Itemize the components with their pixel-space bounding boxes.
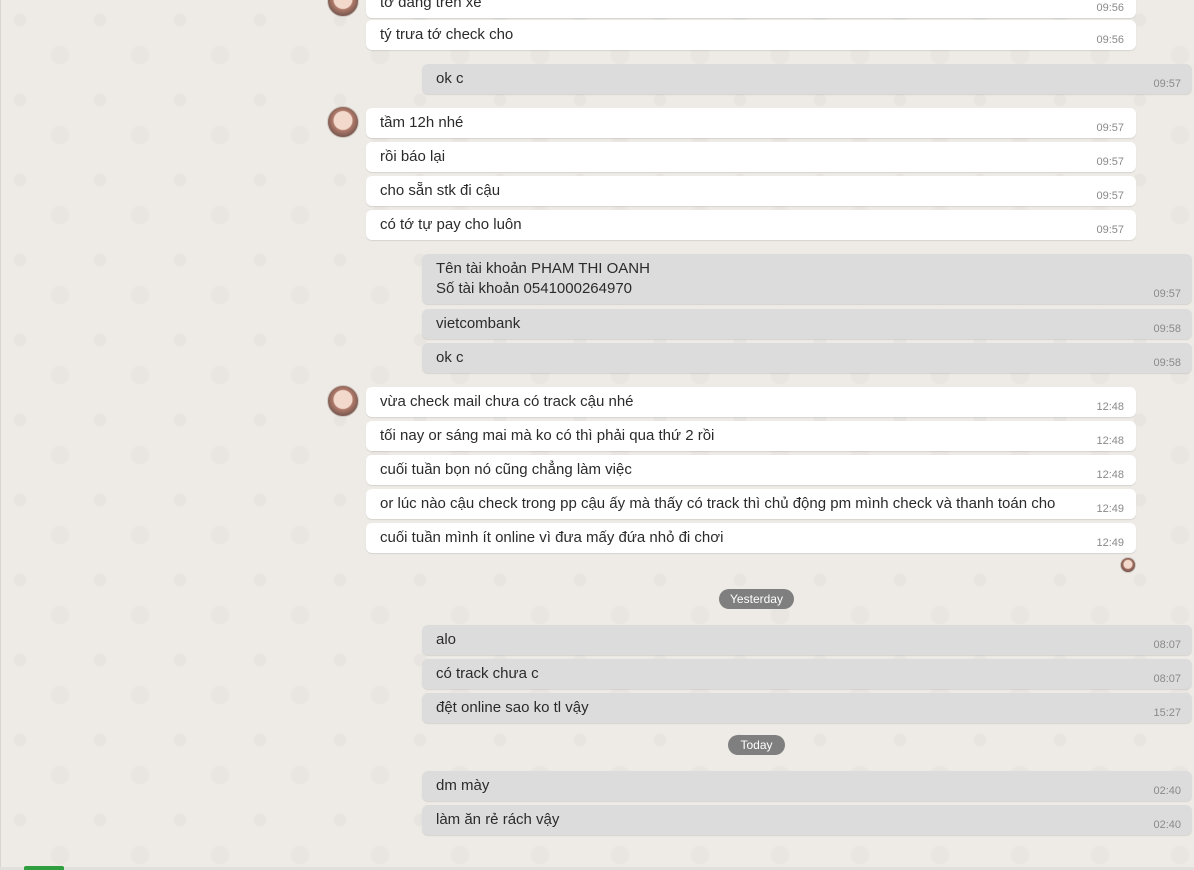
incoming-message[interactable]: cuối tuần mình ít online vì đưa mấy đứa …: [366, 523, 1136, 553]
green-indicator: [24, 866, 64, 870]
message-time: 02:40: [1153, 785, 1181, 797]
message-time: 09:58: [1153, 357, 1181, 369]
message-time: 09:57: [1153, 78, 1181, 90]
message-time: 09:57: [1096, 156, 1124, 168]
contact-avatar[interactable]: [327, 385, 359, 417]
contact-avatar[interactable]: [327, 106, 359, 138]
incoming-message[interactable]: có tớ tự pay cho luôn 09:57: [366, 210, 1136, 240]
incoming-message[interactable]: tớ đang trên xe 09:56: [366, 0, 1136, 18]
chat-left-border: [0, 0, 1, 868]
message-time: 12:48: [1096, 401, 1124, 413]
outgoing-message[interactable]: Tên tài khoản PHAM THI OANH Số tài khoản…: [422, 254, 1192, 304]
message-time: 08:07: [1153, 639, 1181, 651]
incoming-message[interactable]: vừa check mail chưa có track cậu nhé 12:…: [366, 387, 1136, 417]
message-text: tý trưa tớ check cho: [380, 26, 514, 43]
message-time: 09:58: [1153, 323, 1181, 335]
message-text: vừa check mail chưa có track cậu nhé: [380, 393, 634, 410]
message-text: làm ăn rẻ rách vậy: [436, 811, 560, 828]
read-receipt-avatar: [1120, 557, 1136, 573]
message-time: 12:48: [1096, 435, 1124, 447]
message-text: tớ đang trên xe: [380, 0, 482, 11]
incoming-message[interactable]: cuối tuần bọn nó cũng chẳng làm việc 12:…: [366, 455, 1136, 485]
message-text: cuối tuần bọn nó cũng chẳng làm việc: [380, 461, 632, 478]
outgoing-message[interactable]: có track chưa c 08:07: [422, 659, 1192, 689]
incoming-message[interactable]: tý trưa tớ check cho 09:56: [366, 20, 1136, 50]
message-text: rồi báo lại: [380, 148, 446, 165]
message-time: 12:49: [1096, 537, 1124, 549]
message-time: 09:57: [1096, 224, 1124, 236]
message-text: có track chưa c: [436, 665, 539, 682]
outgoing-message[interactable]: đệt online sao ko tl vậy 15:27: [422, 693, 1192, 723]
incoming-message[interactable]: cho sẵn stk đi cậu 09:57: [366, 176, 1136, 206]
outgoing-message[interactable]: ok c 09:58: [422, 343, 1192, 373]
message-time: 02:40: [1153, 819, 1181, 831]
message-text: đệt online sao ko tl vậy: [436, 699, 589, 716]
chat-message-area[interactable]: tớ đang trên xe 09:56 tý trưa tớ check c…: [0, 0, 1194, 868]
message-text: alo: [436, 631, 457, 648]
message-text: cho sẵn stk đi cậu: [380, 182, 501, 199]
message-text: tối nay or sáng mai mà ko có thì phải qu…: [380, 427, 715, 444]
message-text: cuối tuần mình ít online vì đưa mấy đứa …: [380, 529, 724, 546]
message-text: ok c: [436, 349, 464, 366]
message-time: 09:57: [1153, 288, 1181, 300]
message-text: tầm 12h nhé: [380, 114, 464, 131]
contact-avatar[interactable]: [327, 0, 359, 17]
message-text: có tớ tự pay cho luôn: [380, 216, 522, 233]
date-separator-yesterday: Yesterday: [719, 589, 794, 609]
message-time: 08:07: [1153, 673, 1181, 685]
message-time: 15:27: [1153, 707, 1181, 719]
outgoing-message[interactable]: làm ăn rẻ rách vậy 02:40: [422, 805, 1192, 835]
message-text: Tên tài khoản PHAM THI OANH Số tài khoản…: [436, 260, 650, 297]
incoming-message[interactable]: tầm 12h nhé 09:57: [366, 108, 1136, 138]
incoming-message[interactable]: tối nay or sáng mai mà ko có thì phải qu…: [366, 421, 1136, 451]
message-text: dm mày: [436, 777, 490, 794]
message-text: or lúc nào cậu check trong pp cậu ấy mà …: [380, 495, 1056, 512]
message-time: 09:56: [1096, 34, 1124, 46]
message-time: 12:48: [1096, 469, 1124, 481]
incoming-message[interactable]: rồi báo lại 09:57: [366, 142, 1136, 172]
outgoing-message[interactable]: vietcombank 09:58: [422, 309, 1192, 339]
date-separator-today: Today: [728, 735, 785, 755]
outgoing-message[interactable]: dm mày 02:40: [422, 771, 1192, 801]
message-text: vietcombank: [436, 315, 521, 332]
message-time: 09:57: [1096, 190, 1124, 202]
message-time: 12:49: [1096, 503, 1124, 515]
outgoing-message[interactable]: alo 08:07: [422, 625, 1192, 655]
message-time: 09:57: [1096, 122, 1124, 134]
incoming-message[interactable]: or lúc nào cậu check trong pp cậu ấy mà …: [366, 489, 1136, 519]
message-text: ok c: [436, 70, 464, 87]
outgoing-message[interactable]: ok c 09:57: [422, 64, 1192, 94]
message-time: 09:56: [1096, 2, 1124, 14]
